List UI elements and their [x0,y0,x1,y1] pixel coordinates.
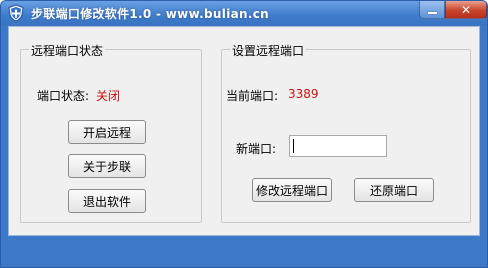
current-port-label: 当前端口: [226,89,279,103]
set-remote-port-group: 设置远程端口 当前端口: 3389 新端口: 修改远程端口 还原端口 [221,42,471,223]
remote-port-status-group: 远程端口状态 端口状态: 关闭 开启远程 关于步联 退出软件 [20,42,202,223]
port-status-label: 端口状态: [37,89,90,103]
enable-remote-button[interactable]: 开启远程 [68,120,146,144]
close-button[interactable]: ✕ [445,1,487,19]
new-port-input[interactable] [289,135,387,157]
minimize-icon [427,12,437,14]
modify-remote-port-button[interactable]: 修改远程端口 [252,178,332,202]
app-window: 步联端口修改软件1.0 - www.bulian.cn ✕ 远程端口状态 端口状… [0,0,488,268]
restore-port-button[interactable]: 还原端口 [354,178,434,202]
remote-port-status-title: 远程端口状态 [29,42,106,59]
shield-icon [7,4,25,22]
exit-button[interactable]: 退出软件 [68,189,146,213]
new-port-label: 新端口: [236,142,277,156]
current-port-value: 3389 [288,87,319,101]
text-caret [293,139,294,153]
set-remote-port-title: 设置远程端口 [230,42,307,59]
port-status-value: 关闭 [96,89,121,103]
about-button[interactable]: 关于步联 [68,154,146,178]
minimize-button[interactable] [419,1,445,19]
window-title: 步联端口修改软件1.0 - www.bulian.cn [31,7,269,21]
title-bar[interactable]: 步联端口修改软件1.0 - www.bulian.cn ✕ [1,1,487,25]
client-area: 远程端口状态 端口状态: 关闭 开启远程 关于步联 退出软件 设置远程端口 当前… [8,26,480,236]
close-icon: ✕ [460,2,472,17]
